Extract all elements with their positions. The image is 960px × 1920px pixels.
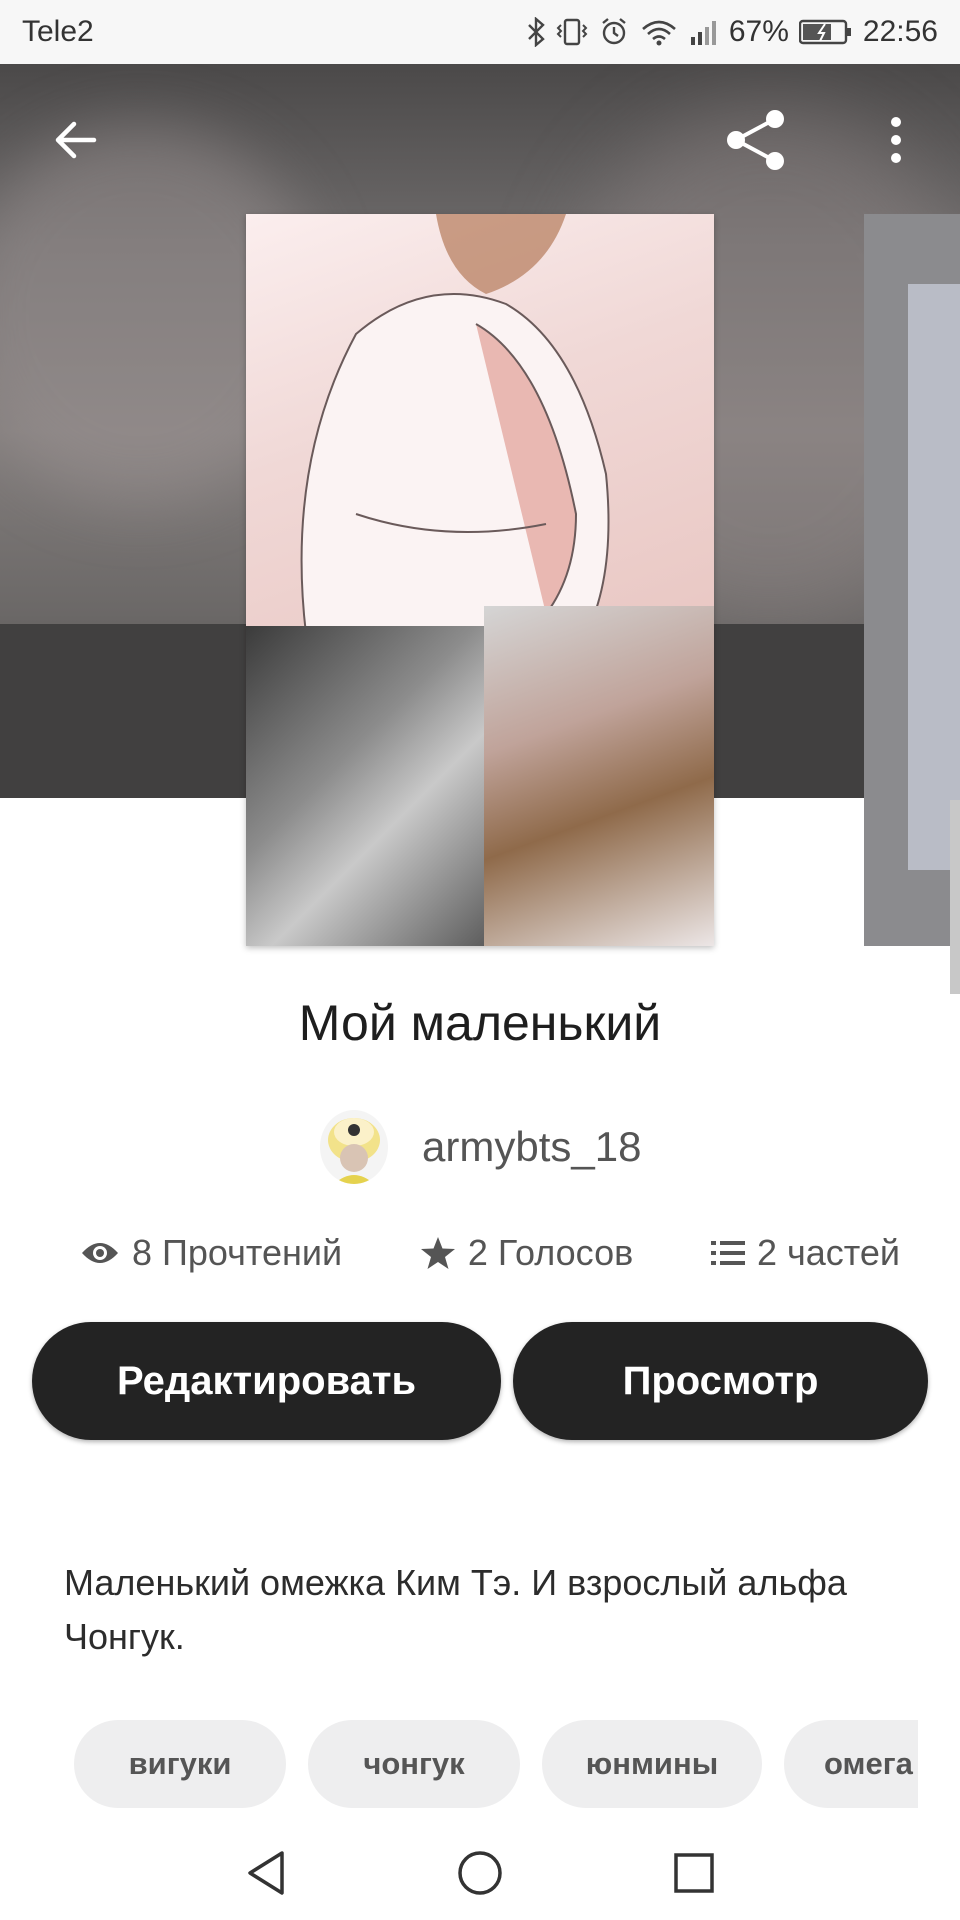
author-info[interactable]: armybts_18	[320, 1110, 641, 1184]
status-icons: 67% 22:56	[527, 15, 938, 49]
next-cover-image	[908, 284, 960, 870]
status-bar: Tele2 67% 22:56	[0, 0, 960, 64]
arrow-left-icon	[55, 121, 97, 159]
reads-count: 8 Прочтений	[132, 1232, 343, 1273]
nav-recents-button[interactable]	[654, 1833, 734, 1913]
circle-home-icon	[458, 1851, 502, 1895]
clock-time: 22:56	[862, 15, 938, 48]
signal-icon	[689, 17, 719, 47]
avatar-image	[320, 1110, 388, 1184]
story-cover-image[interactable]	[246, 214, 714, 946]
triangle-back-icon	[248, 1851, 284, 1895]
star-icon	[420, 1237, 455, 1269]
square-recents-icon	[674, 1853, 714, 1893]
wifi-icon	[639, 17, 679, 47]
story-title: Мой маленький	[298, 995, 662, 1051]
reads-stat: 8 Прочтений	[80, 1232, 342, 1274]
story-stats: 8 Прочтений 2 Голосов 2 частей	[80, 1232, 900, 1274]
bluetooth-icon	[527, 17, 545, 47]
battery-percent: 67%	[728, 15, 789, 48]
parts-count: 2 частей	[756, 1232, 900, 1273]
tag-chip[interactable]: вигуки	[74, 1720, 286, 1808]
scroll-indicator	[950, 800, 960, 994]
alarm-icon	[599, 17, 629, 47]
more-vertical-icon	[891, 117, 901, 163]
list-icon	[710, 1241, 745, 1265]
system-navigation-bar	[0, 1826, 960, 1920]
carrier-name: Tele2	[22, 15, 94, 48]
cover-sketch	[300, 214, 610, 635]
cover-illustration	[246, 214, 714, 635]
vibrate-icon	[555, 17, 589, 47]
author-avatar[interactable]	[320, 1110, 388, 1184]
preview-button[interactable]: Просмотр	[513, 1322, 928, 1440]
tag-chip[interactable]: чонгук	[308, 1720, 520, 1808]
next-story-cover[interactable]	[864, 214, 960, 946]
story-description: Маленький омежка Ким Тэ. И взрослый альф…	[64, 1562, 847, 1657]
votes-stat: 2 Голосов	[420, 1232, 633, 1274]
parts-stat: 2 частей	[710, 1232, 900, 1274]
nav-home-button[interactable]	[440, 1833, 520, 1913]
votes-count: 2 Голосов	[467, 1232, 634, 1273]
cover-photo-right	[484, 606, 714, 946]
tag-list: вигуки чонгук юнмины омега	[74, 1720, 918, 1810]
share-button[interactable]	[716, 100, 796, 180]
more-options-button[interactable]	[856, 100, 936, 180]
eye-icon	[82, 1243, 118, 1263]
back-button[interactable]	[35, 100, 115, 180]
share-icon	[727, 110, 784, 170]
author-name[interactable]: armybts_18	[422, 1123, 641, 1171]
cover-photo-left	[246, 626, 502, 946]
tag-chip[interactable]: омега	[784, 1720, 918, 1808]
nav-back-button[interactable]	[226, 1833, 306, 1913]
tag-chip[interactable]: юнмины	[542, 1720, 762, 1808]
edit-button[interactable]: Редактировать	[32, 1322, 501, 1440]
battery-icon	[798, 18, 853, 46]
